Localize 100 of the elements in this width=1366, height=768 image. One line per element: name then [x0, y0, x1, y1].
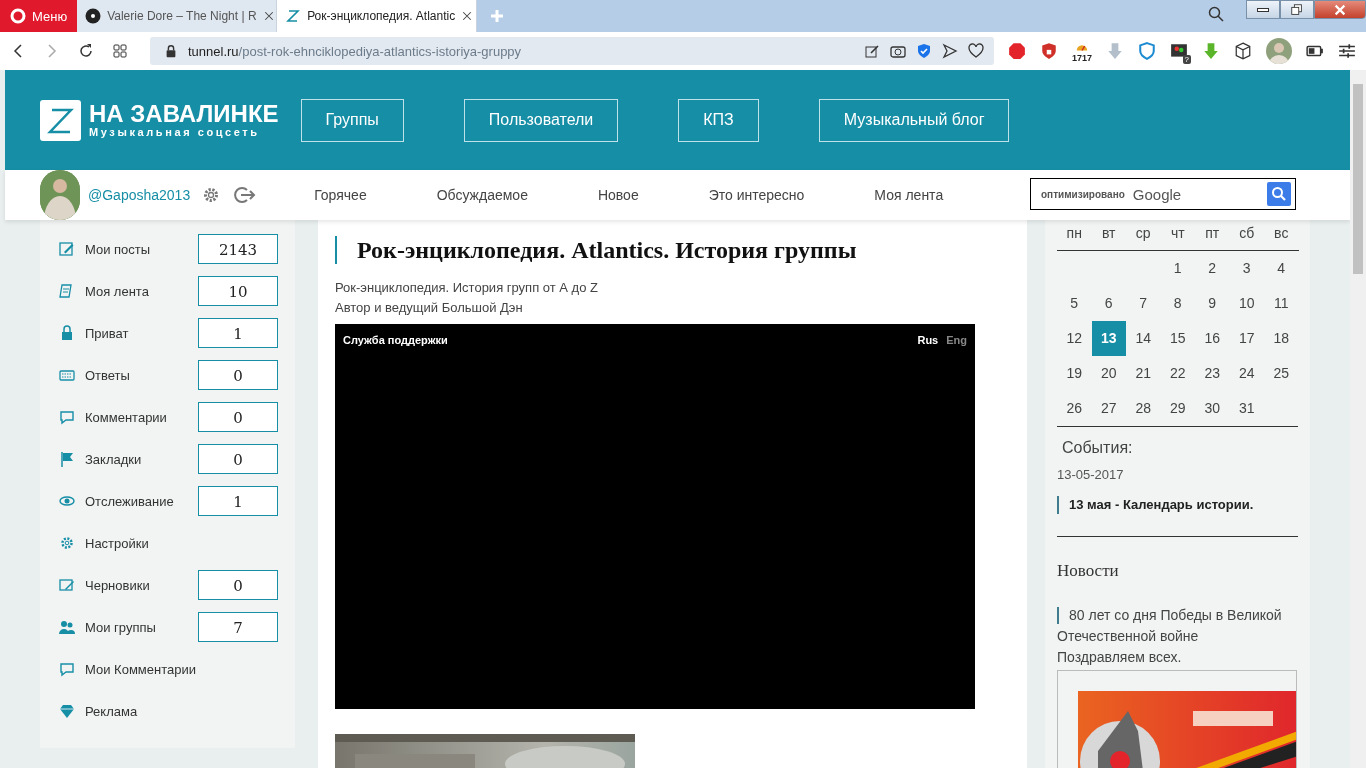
download-arrow-icon — [1106, 42, 1124, 60]
sidebar-link[interactable]: Мои посты — [85, 241, 188, 257]
minimize-button[interactable] — [1246, 0, 1280, 19]
count-field: 0 — [198, 402, 278, 432]
search-button[interactable] — [1267, 182, 1291, 206]
menu-button[interactable]: Меню — [0, 0, 78, 32]
article-text: Автор и ведущий Большой Дэн — [335, 299, 524, 317]
calendar-day[interactable]: 26 — [1057, 391, 1092, 426]
weekday-label: вс — [1264, 220, 1299, 251]
sub-nav-link[interactable]: Это интересно — [708, 187, 805, 203]
event-link[interactable]: 13 мая - Календарь истории. — [1057, 496, 1298, 514]
calendar-day[interactable]: 10 — [1229, 286, 1264, 321]
sub-nav-link[interactable]: Горячее — [314, 187, 367, 203]
cube-icon — [1234, 42, 1252, 60]
speech-bubble-icon — [59, 409, 75, 425]
calendar-day[interactable]: 21 — [1126, 356, 1161, 391]
browser-tab[interactable]: Рок-энциклопедия. Atlantic — [277, 0, 478, 32]
speech-bubble-icon — [59, 661, 75, 677]
calendar-day[interactable]: 15 — [1160, 321, 1195, 356]
reload-button[interactable] — [78, 43, 94, 59]
calendar-day[interactable]: 28 — [1126, 391, 1161, 426]
extension-badge: ? — [1182, 55, 1191, 64]
calendar-day[interactable]: 5 — [1057, 286, 1092, 321]
calendar-day[interactable]: 3 — [1229, 251, 1264, 286]
article-title: Рок-энциклопедия. Atlantics. История группы — [335, 236, 1010, 264]
browser-tab[interactable]: Valerie Dore – The Night | R — [77, 0, 278, 32]
calendar-day[interactable]: 22 — [1160, 356, 1195, 391]
sidebar-link[interactable]: Комментарии — [85, 409, 188, 425]
speed-dial-button[interactable] — [112, 43, 128, 59]
calendar-day[interactable]: 13 — [1091, 321, 1126, 356]
calendar-day[interactable]: 31 — [1229, 391, 1264, 426]
logo-icon — [285, 8, 302, 24]
sidebar-link[interactable]: Мои группы — [85, 619, 188, 635]
calendar-day[interactable]: 2 — [1195, 251, 1230, 286]
scrollbar[interactable] — [1350, 70, 1366, 768]
language-toggle[interactable]: Eng — [946, 334, 967, 346]
calendar-day[interactable]: 8 — [1160, 286, 1195, 321]
flag-icon — [59, 451, 75, 467]
weekday-label: чт — [1160, 220, 1195, 251]
restore-button[interactable] — [1280, 0, 1314, 19]
calendar-day[interactable]: 16 — [1195, 321, 1230, 356]
news-title[interactable]: 80 лет со дня Победы в Великой Отечественной войне — [1057, 605, 1298, 647]
nav-button[interactable]: Группы — [300, 98, 404, 142]
logo-icon — [40, 99, 81, 141]
sliders-icon — [1338, 42, 1356, 60]
sidebar-link[interactable]: Отслеживание — [85, 493, 188, 509]
calendar-day[interactable]: 23 — [1195, 356, 1230, 391]
calendar-day[interactable]: 27 — [1091, 391, 1126, 426]
address-field[interactable]: tunnel.ru/post-rok-ehnciklopediya-atlantics-istoriya-gruppy — [150, 37, 994, 65]
diamond-icon — [59, 703, 75, 719]
close-icon — [461, 10, 474, 22]
sidebar-link[interactable]: Закладки — [85, 451, 188, 467]
restore-icon — [1290, 2, 1304, 17]
calendar-day[interactable]: 19 — [1057, 356, 1092, 391]
sub-nav-link[interactable]: Обсуждаемое — [436, 187, 528, 203]
profile-avatar[interactable] — [1266, 38, 1292, 64]
sidebar-link[interactable]: Реклама — [85, 703, 278, 719]
calendar-day[interactable]: 7 — [1126, 286, 1161, 321]
calendar-day[interactable]: 1 — [1160, 251, 1195, 286]
search-field[interactable]: оптимизировано Google — [1030, 178, 1296, 210]
nav-button[interactable]: Пользователи — [463, 98, 619, 142]
close-button[interactable] — [1314, 0, 1366, 19]
user-avatar[interactable] — [40, 170, 80, 220]
calendar-day[interactable]: 4 — [1264, 251, 1299, 286]
calendar-day[interactable]: 30 — [1195, 391, 1230, 426]
sub-nav-link[interactable]: Моя лента — [874, 187, 944, 203]
sidebar-link[interactable]: Моя лента — [85, 283, 188, 299]
calendar-day[interactable]: 17 — [1229, 321, 1264, 356]
scrollbar-thumb[interactable] — [1353, 84, 1363, 274]
count-field: 2143 — [198, 234, 278, 264]
sidebar-link[interactable]: Ответы — [85, 367, 188, 383]
calendar-day[interactable]: 25 — [1264, 356, 1299, 391]
close-icon — [262, 10, 275, 22]
calendar-day[interactable]: 9 — [1195, 286, 1230, 321]
nav-button[interactable]: КПЗ — [678, 98, 759, 142]
calendar-day[interactable]: 18 — [1264, 321, 1299, 356]
count-field: 0 — [198, 444, 278, 474]
sidebar-link[interactable]: Черновики — [85, 577, 188, 593]
calendar-day[interactable]: 29 — [1160, 391, 1195, 426]
calendar-day[interactable]: 20 — [1091, 356, 1126, 391]
calendar-day[interactable]: 24 — [1229, 356, 1264, 391]
calendar-day[interactable]: 14 — [1126, 321, 1161, 356]
camera-icon — [889, 43, 906, 59]
language-toggle[interactable]: Rus — [917, 334, 939, 346]
user-handle[interactable]: @Gaposha2013 — [88, 187, 191, 203]
count-field: 0 — [198, 360, 278, 390]
minimize-icon — [1257, 7, 1269, 12]
sidebar-link[interactable]: Мои Комментарии — [85, 661, 278, 677]
sidebar-link[interactable]: Настройки — [85, 535, 278, 551]
nav-button[interactable]: Музыкальный блог — [818, 98, 1010, 142]
video-player[interactable]: Служба поддержки Rus Eng — [335, 324, 975, 709]
notepad-icon — [59, 283, 75, 299]
calendar-day[interactable]: 11 — [1264, 286, 1299, 321]
calendar-day[interactable]: 12 — [1057, 321, 1092, 356]
padlock-icon — [59, 325, 75, 341]
sidebar-link[interactable]: Приват — [85, 325, 188, 341]
count-field: 1 — [198, 486, 278, 516]
search-icon — [1271, 186, 1287, 202]
sub-nav-link[interactable]: Новое — [597, 187, 639, 203]
calendar-day[interactable]: 6 — [1091, 286, 1126, 321]
